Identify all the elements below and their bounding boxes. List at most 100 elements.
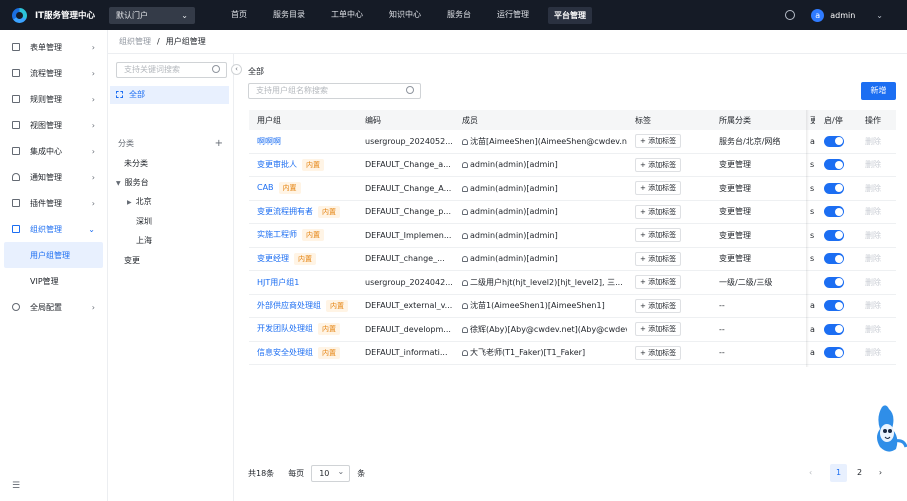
group-name-link[interactable]: 变更审批人 (257, 160, 297, 169)
group-cell: 变更审批人 内置 (249, 158, 357, 171)
group-name-link[interactable]: 变更经理 (257, 254, 289, 263)
sidebar-item-views[interactable]: 视图管理 › (0, 112, 107, 138)
add-tag-button[interactable]: + 添加标签 (635, 275, 682, 290)
enable-toggle[interactable] (824, 253, 844, 265)
caret-right-icon[interactable]: ▶ (127, 199, 132, 206)
tree-node-change[interactable]: 变更 (124, 255, 140, 266)
sidebar-subitem-user-groups[interactable]: 用户组管理 (4, 242, 103, 268)
enable-toggle[interactable] (824, 347, 844, 359)
prev-page-icon[interactable]: ‹ (809, 464, 826, 482)
sidebar-item-integration[interactable]: 集成中心 › (0, 138, 107, 164)
enable-toggle[interactable] (824, 300, 844, 312)
gear-icon[interactable] (785, 10, 796, 20)
delete-button[interactable]: 删除 (865, 184, 881, 193)
status-cell (815, 229, 857, 241)
tree-node-shenzhen[interactable]: 深圳 (136, 216, 152, 227)
sidebar-item-global-config[interactable]: 全局配置 › (0, 294, 107, 320)
tree-item-all[interactable]: 全部 (110, 86, 229, 104)
bell-icon (12, 173, 20, 181)
group-name-link[interactable]: HJT用户组1 (257, 278, 299, 287)
breadcrumb-parent[interactable]: 组织管理 (119, 36, 151, 47)
delete-button[interactable]: 删除 (865, 301, 881, 310)
delete-button[interactable]: 删除 (865, 325, 881, 334)
user-name[interactable]: admin (830, 11, 855, 20)
nav-ticket-center[interactable]: 工单中心 (318, 0, 376, 30)
portal-select[interactable]: 默认门户 ⌄ (109, 6, 195, 24)
sidebar-subitem-vip[interactable]: VIP管理 (0, 268, 107, 294)
enable-toggle[interactable] (824, 323, 844, 335)
nav-knowledge-center[interactable]: 知识中心 (376, 0, 434, 30)
delete-button[interactable]: 删除 (865, 207, 881, 216)
enable-toggle[interactable] (824, 229, 844, 241)
tree-search-input[interactable]: 支持关键词搜索 (116, 62, 227, 78)
table-footer: 共18条 每页 10 条 (248, 464, 365, 482)
add-tag-button[interactable]: + 添加标签 (635, 204, 682, 219)
tree-node-beijing[interactable]: ▶ 北京 (127, 196, 152, 207)
sidebar-item-process[interactable]: 流程管理 › (0, 60, 107, 86)
delete-button[interactable]: 删除 (865, 254, 881, 263)
caret-down-icon[interactable]: ▼ (116, 180, 121, 187)
fixed-column-shadow (806, 110, 809, 367)
group-search-input[interactable]: 支持用户组名称搜索 (248, 83, 421, 99)
avatar[interactable]: a (811, 8, 825, 22)
sidebar-item-plugins[interactable]: 插件管理 › (0, 190, 107, 216)
add-group-button[interactable]: 新增 (861, 82, 896, 100)
nav-platform-management[interactable]: 平台管理 (548, 6, 592, 24)
nav-service-desk[interactable]: 服务台 (434, 0, 484, 30)
add-tag-button[interactable]: + 添加标签 (635, 181, 682, 196)
collapse-menu-icon[interactable]: ☰ (12, 481, 20, 491)
group-name-link[interactable]: 外部供应商处理组 (257, 301, 321, 310)
tree-node-uncategorized[interactable]: 未分类 (124, 158, 148, 169)
sidebar-item-notifications[interactable]: 通知管理 › (0, 164, 107, 190)
group-name-link[interactable]: 开发团队处理组 (257, 324, 313, 333)
group-name-link[interactable]: 实施工程师 (257, 230, 297, 239)
delete-button[interactable]: 删除 (865, 160, 881, 169)
sidebar-item-rules[interactable]: 规则管理 › (0, 86, 107, 112)
sidebar: 表单管理 › 流程管理 › 规则管理 › 视图管理 › 集成中心 › 通知管理 › 插件管理… (0, 30, 108, 501)
enable-toggle[interactable] (824, 276, 844, 288)
chevron-down-icon[interactable]: ⌄ (876, 11, 883, 20)
tree-node-service-desk[interactable]: ▼ 服务台 (116, 177, 149, 188)
group-name-link[interactable]: 信息安全处理组 (257, 348, 313, 357)
delete-button[interactable]: 删除 (865, 137, 881, 146)
app-logo[interactable]: IT服务管理中心 (0, 7, 108, 23)
actions-cell: 删除 (857, 300, 896, 311)
assistant-mascot-icon[interactable] (874, 403, 907, 453)
delete-button[interactable]: 删除 (865, 278, 881, 287)
add-tag-button[interactable]: + 添加标签 (635, 157, 682, 172)
add-tag-button[interactable]: + 添加标签 (635, 298, 682, 313)
chevron-right-icon: › (91, 146, 95, 156)
tree-node-shanghai[interactable]: 上海 (136, 235, 152, 246)
column-header: 编码 (365, 115, 381, 125)
delete-button[interactable]: 删除 (865, 348, 881, 357)
sidebar-item-organization[interactable]: 组织管理 ⌄ (0, 216, 107, 242)
add-tag-button[interactable]: + 添加标签 (635, 345, 682, 360)
enable-toggle[interactable] (824, 135, 844, 147)
add-tag-button[interactable]: + 添加标签 (635, 228, 682, 243)
nav-service-catalog[interactable]: 服务目录 (260, 0, 318, 30)
page-2[interactable]: 2 (851, 464, 868, 482)
enable-toggle[interactable] (824, 159, 844, 171)
chevron-right-icon: › (91, 172, 95, 182)
next-page-icon[interactable]: › (872, 464, 889, 482)
group-name-link[interactable]: 变更流程拥有者 (257, 207, 313, 216)
status-cell (815, 159, 857, 171)
chevron-down-icon: ⌄ (88, 224, 95, 234)
add-tag-button[interactable]: + 添加标签 (635, 322, 682, 337)
group-name-link[interactable]: 啊啊啊 (257, 137, 281, 146)
sidebar-item-forms[interactable]: 表单管理 › (0, 34, 107, 60)
page-1[interactable]: 1 (830, 464, 847, 482)
search-icon[interactable] (406, 86, 414, 94)
tree-search-placeholder: 支持关键词搜索 (124, 65, 180, 74)
add-tag-button[interactable]: + 添加标签 (635, 251, 682, 266)
nav-home[interactable]: 首页 (218, 0, 260, 30)
enable-toggle[interactable] (824, 182, 844, 194)
delete-button[interactable]: 删除 (865, 231, 881, 240)
add-tag-button[interactable]: + 添加标签 (635, 134, 682, 149)
page-size-select[interactable]: 10 (311, 464, 351, 482)
add-category-icon[interactable]: + (215, 138, 223, 149)
search-icon[interactable] (212, 65, 220, 73)
group-name-link[interactable]: CAB (257, 183, 274, 192)
nav-operations[interactable]: 运行管理 (484, 0, 542, 30)
enable-toggle[interactable] (824, 206, 844, 218)
